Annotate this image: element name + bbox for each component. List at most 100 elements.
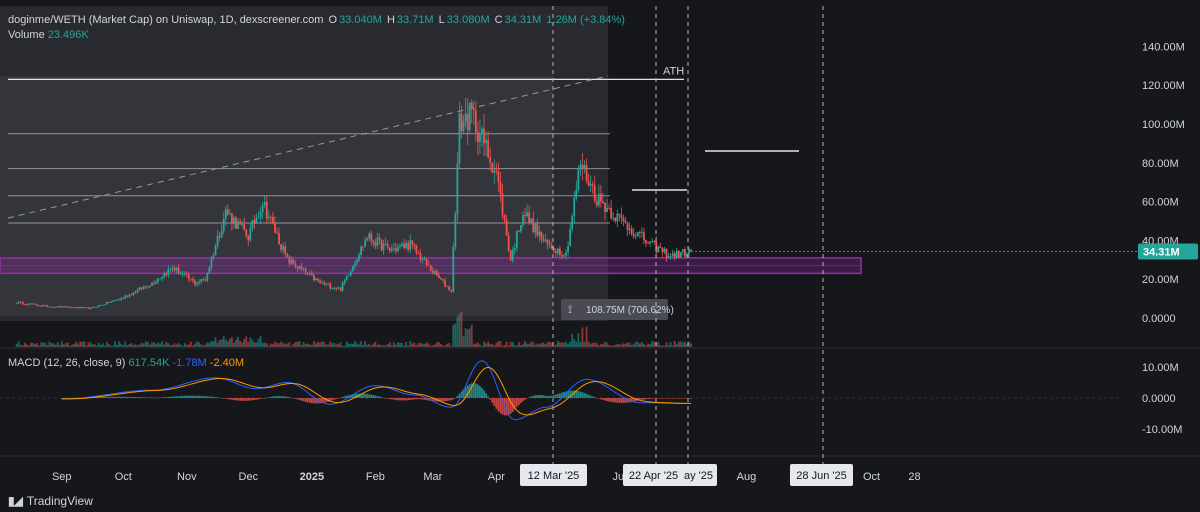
volume-bar	[218, 340, 221, 347]
macd-histogram-bar	[415, 398, 418, 400]
candle-body	[370, 233, 373, 241]
candle-body	[36, 304, 39, 306]
volume-bar	[366, 344, 369, 347]
candle-body	[44, 305, 47, 307]
volume-bar	[442, 345, 444, 347]
candle-body	[329, 283, 332, 289]
macd-histogram-bar	[161, 397, 164, 398]
volume-bar	[85, 345, 88, 347]
macd-histogram-bar	[376, 396, 379, 398]
macd-histogram-bar	[395, 398, 397, 400]
volume-bar	[460, 312, 463, 347]
candle-body	[600, 193, 602, 202]
volume-bar	[288, 342, 291, 347]
volume-bar	[216, 342, 219, 347]
candle-body	[218, 235, 221, 238]
candle-body	[390, 249, 393, 251]
volume-bar	[222, 336, 225, 347]
macd-histogram-bar	[142, 397, 145, 398]
candle-body	[349, 271, 352, 276]
volume-bar	[421, 343, 424, 347]
volume-bar	[413, 342, 416, 347]
macd-histogram-bar	[620, 398, 623, 403]
volume-bar	[624, 343, 627, 347]
volume-bar	[472, 343, 475, 347]
candle-body	[597, 193, 600, 206]
volume-bar	[226, 341, 229, 347]
tradingview-brand[interactable]: ▮◢ TradingView	[8, 494, 93, 508]
candle-body	[212, 255, 215, 258]
macd-histogram-bar	[171, 396, 174, 398]
candle-body	[583, 165, 586, 170]
candle-body	[462, 121, 465, 132]
macd-histogram-bar	[202, 396, 205, 398]
macd-histogram-bar	[372, 395, 375, 398]
candle-body	[659, 246, 662, 248]
candle-body	[241, 224, 244, 226]
volume-bar	[600, 344, 602, 347]
candle-body	[489, 157, 492, 163]
volume-bar	[382, 345, 385, 347]
volume-bar	[329, 341, 332, 347]
volume-bar	[376, 344, 379, 347]
volume-bar	[528, 343, 531, 347]
macd-histogram-bar	[331, 398, 334, 401]
volume-bar	[636, 341, 639, 347]
candle-body	[382, 243, 385, 250]
candle-body	[427, 264, 430, 266]
volume-bar	[489, 343, 492, 347]
candle-body	[226, 209, 229, 215]
macd-histogram-bar	[280, 396, 282, 398]
candle-body	[544, 239, 547, 241]
volume-bar	[464, 327, 467, 347]
candle-body	[388, 247, 391, 251]
candle-body	[112, 300, 114, 302]
candle-body	[425, 258, 428, 265]
candle-body	[343, 280, 346, 283]
candle-body	[255, 217, 258, 224]
volume-bar	[103, 345, 106, 347]
legend-high-label: H	[386, 14, 395, 26]
candle-body	[559, 248, 561, 256]
time-axis-label: Dec	[239, 471, 259, 483]
candle-body	[313, 274, 315, 281]
macd-histogram-bar	[286, 396, 289, 398]
macd-histogram-bar	[606, 398, 608, 402]
candle-body	[440, 277, 442, 280]
candle-body	[587, 180, 590, 186]
candle-body	[224, 209, 227, 219]
candle-body	[85, 307, 88, 309]
date-label: 28 Jun '25	[796, 470, 846, 482]
volume-bar	[46, 345, 49, 347]
volume-bar	[17, 341, 20, 347]
candle-body	[667, 256, 670, 258]
macd-histogram-bar	[169, 396, 172, 398]
macd-histogram-bar	[497, 398, 500, 412]
macd-histogram-bar	[647, 398, 649, 400]
volume-bar	[142, 343, 145, 347]
candle-body	[17, 302, 20, 304]
volume-bar	[597, 345, 600, 347]
macd-histogram-bar	[450, 398, 453, 401]
volume-bar	[249, 337, 252, 347]
macd-histogram-bar	[485, 393, 487, 398]
volume-bar	[503, 345, 506, 347]
candle-body	[634, 235, 637, 237]
volume-bar	[343, 345, 346, 347]
macd-histogram-bar	[339, 397, 342, 399]
macd-histogram-bar	[257, 398, 260, 400]
volume-bar	[77, 343, 80, 347]
time-axis-label: Sep	[52, 471, 72, 483]
macd-histogram-bar	[364, 393, 367, 398]
volume-bar	[474, 343, 477, 347]
macd-histogram-bar	[108, 396, 110, 398]
candle-body	[591, 184, 594, 186]
volume-bar	[608, 344, 610, 347]
volume-bar	[253, 342, 256, 347]
volume-bar	[663, 345, 666, 347]
macd-label: MACD (12, 26, close, 9)	[8, 357, 126, 369]
time-axis-label: Oct	[863, 471, 880, 483]
candle-body	[151, 282, 153, 286]
volume-bar	[534, 344, 537, 347]
candle-body	[83, 307, 86, 309]
